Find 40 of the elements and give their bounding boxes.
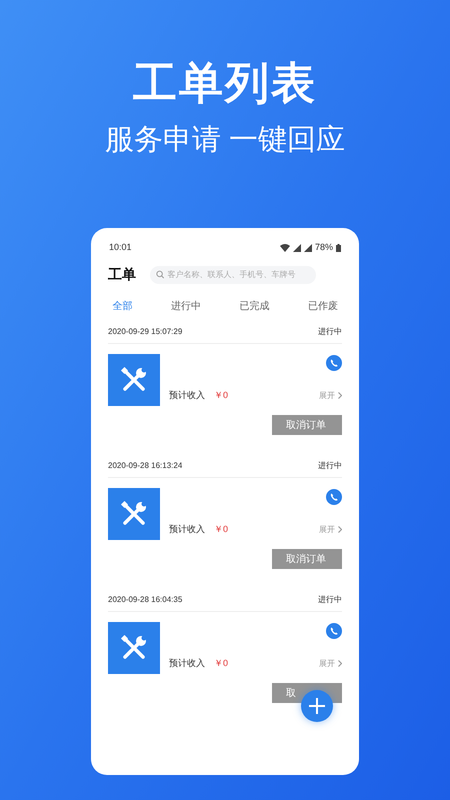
order-status: 进行中 xyxy=(318,594,342,606)
cancel-order-button[interactable]: 取消订单 xyxy=(272,549,342,569)
status-time: 10:01 xyxy=(109,240,132,254)
order-time: 2020-09-29 15:07:29 xyxy=(108,326,182,338)
search-field[interactable]: 客户名称、联系人、手机号、车牌号 xyxy=(150,266,316,284)
income-label: 预计收入 xyxy=(169,657,205,670)
order-time: 2020-09-28 16:04:35 xyxy=(108,594,182,606)
expand-link[interactable]: 展开 xyxy=(319,390,342,402)
chevron-icon xyxy=(338,526,342,534)
phone-icon[interactable] xyxy=(326,623,342,639)
cancel-order-button[interactable]: 取消订单 xyxy=(272,415,342,435)
expand-label: 展开 xyxy=(319,524,335,536)
filter-tab[interactable]: 全部 xyxy=(112,299,132,314)
plus-icon xyxy=(308,697,326,715)
expand-link[interactable]: 展开 xyxy=(319,658,342,670)
page-title: 工单 xyxy=(108,265,136,284)
filter-tab[interactable]: 已完成 xyxy=(239,299,270,314)
income-amount: ￥0 xyxy=(214,523,228,536)
income-amount: ￥0 xyxy=(214,657,228,670)
income-amount: ￥0 xyxy=(214,389,228,402)
income-label: 预计收入 xyxy=(169,389,205,402)
filter-tab[interactable]: 进行中 xyxy=(170,299,201,314)
wifi-icon xyxy=(280,244,290,252)
chevron-icon xyxy=(338,392,342,400)
subheadline: 服务申请 一键回应 xyxy=(104,126,346,155)
expand-label: 展开 xyxy=(319,658,335,670)
filter-tab[interactable]: 已作废 xyxy=(308,299,338,314)
order-time: 2020-09-28 16:13:24 xyxy=(108,460,182,472)
expand-label: 展开 xyxy=(319,390,335,402)
order-status: 进行中 xyxy=(318,326,342,338)
search-icon xyxy=(156,270,164,279)
income-label: 预计收入 xyxy=(169,523,205,536)
order-status: 进行中 xyxy=(318,460,342,472)
headline: 工单列表 xyxy=(133,62,317,106)
phone-icon[interactable] xyxy=(326,355,342,371)
chevron-icon xyxy=(338,660,342,668)
phone-icon[interactable] xyxy=(326,489,342,505)
battery-level: 78% xyxy=(314,240,333,254)
expand-link[interactable]: 展开 xyxy=(319,524,342,536)
battery-icon xyxy=(336,244,341,252)
